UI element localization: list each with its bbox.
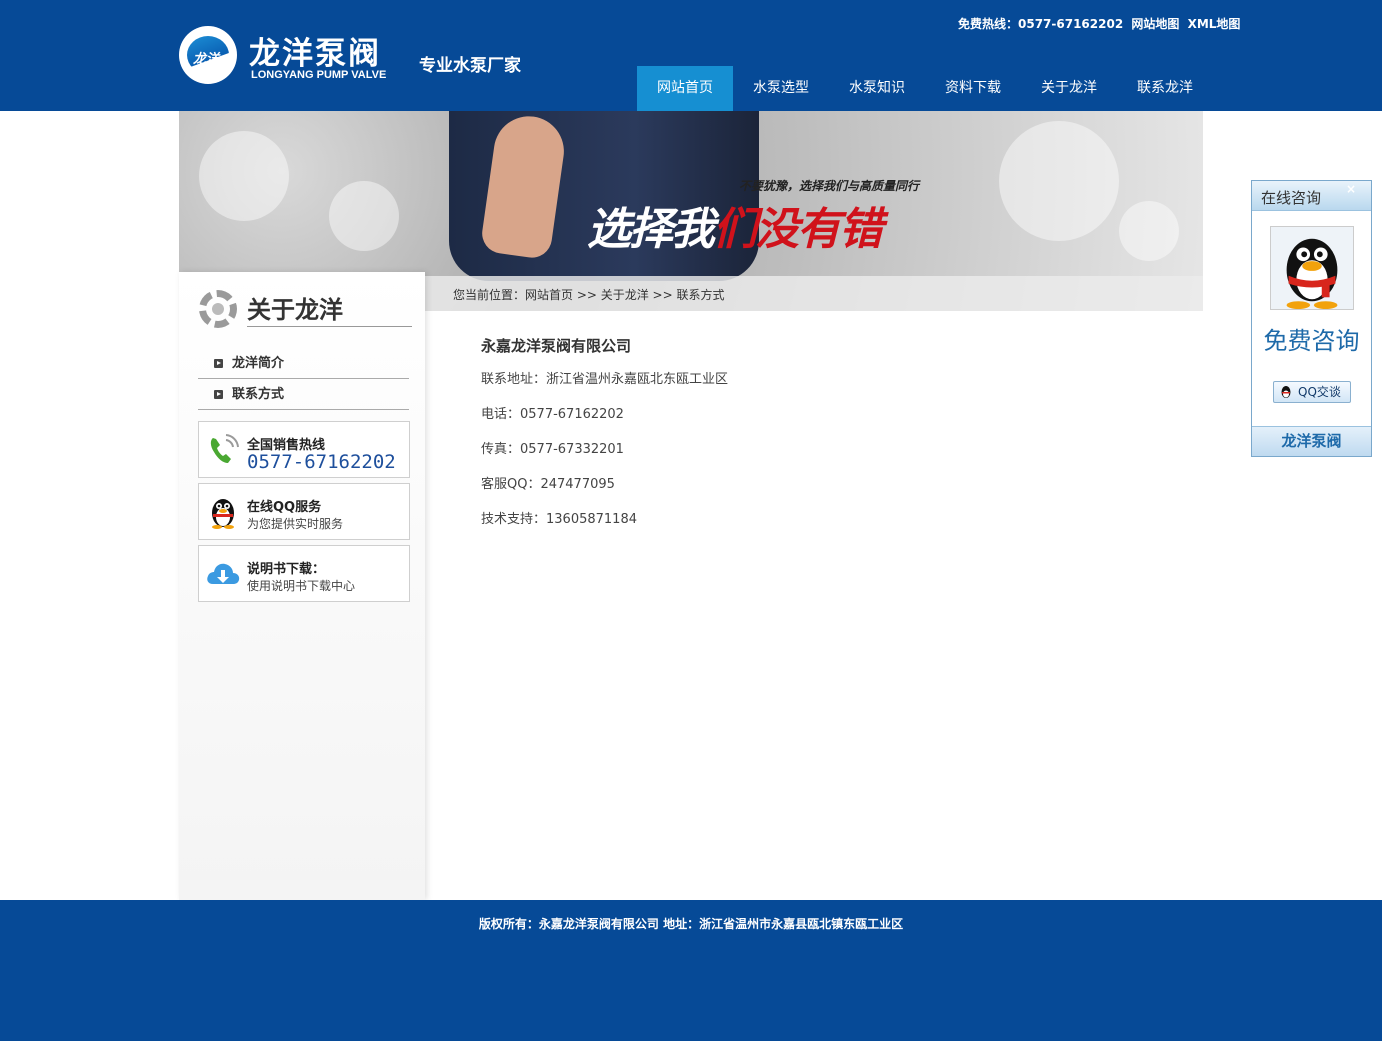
nav-item-home[interactable]: 网站首页: [637, 66, 733, 111]
logo-mark-text: 龙洋: [193, 52, 220, 67]
banner-tagline-white: 选择我: [587, 204, 715, 255]
manual-download-title: 说明书下载：: [247, 562, 326, 577]
gear-icon: [199, 290, 237, 328]
qq-chat-button[interactable]: QQ交谈: [1273, 381, 1351, 403]
qq-mini-icon: [1281, 386, 1291, 398]
nav-item-about[interactable]: 关于龙洋: [1021, 66, 1117, 111]
logo-chinese-name: 龙洋泵阀: [249, 36, 381, 72]
nav-item-downloads[interactable]: 资料下载: [925, 66, 1021, 111]
qq-service-subtitle: 为您提供实时服务: [247, 517, 344, 531]
site-header: 龙洋 龙洋泵阀 LONGYANG PUMP VALVE 专业水泵厂家 免费热线：…: [0, 0, 1382, 111]
site-footer: 版权所有：永嘉龙洋泵阀有限公司 地址：浙江省温州市永嘉县瓯北镇东瓯工业区: [0, 900, 1382, 1041]
sidebar-item-intro[interactable]: 龙洋简介: [198, 348, 409, 379]
qq-service-title: 在线QQ服务: [247, 500, 322, 515]
contact-tech-support: 技术支持：13605871184: [481, 512, 637, 527]
contact-phone: 电话：0577-67162202: [481, 407, 624, 422]
top-links: 免费热线：0577-67162202 网站地图 XML地图: [958, 15, 1244, 32]
hotline-box[interactable]: 全国销售热线 0577-67162202: [198, 421, 410, 478]
online-consult-title: 在线咨询: [1261, 189, 1322, 207]
main-nav: 网站首页 水泵选型 水泵知识 资料下载 关于龙洋 联系龙洋: [637, 66, 1213, 111]
manual-download-subtitle: 使用说明书下载中心: [247, 579, 356, 593]
sidebar: 关于龙洋 龙洋简介 联系方式 全国销售热线 0577-67162202 在线QQ…: [179, 272, 425, 900]
qq-avatar[interactable]: [1270, 226, 1354, 310]
qq-service-box[interactable]: 在线QQ服务 为您提供实时服务: [198, 483, 410, 540]
site-logo[interactable]: 龙洋 龙洋泵阀 LONGYANG PUMP VALVE: [179, 26, 399, 86]
company-name: 永嘉龙洋泵阀有限公司: [481, 337, 632, 355]
nav-item-pump-knowledge[interactable]: 水泵知识: [829, 66, 925, 111]
sidebar-item-contact[interactable]: 联系方式: [198, 379, 409, 410]
sidebar-item-label: 龙洋简介: [232, 356, 285, 371]
contact-fax: 传真：0577-67332201: [481, 442, 624, 457]
online-consult-footer: 龙洋泵阀: [1252, 426, 1371, 456]
qq-penguin-icon: [212, 499, 234, 529]
free-consult-text: 免费咨询: [1263, 327, 1360, 355]
breadcrumb[interactable]: 您当前位置：网站首页 >> 关于龙洋 >> 联系方式: [453, 286, 724, 303]
nav-item-contact[interactable]: 联系龙洋: [1117, 66, 1213, 111]
banner-bokeh: [329, 181, 399, 251]
contact-address: 联系地址：浙江省温州永嘉瓯北东瓯工业区: [481, 372, 729, 387]
contact-content: 永嘉龙洋泵阀有限公司 联系地址：浙江省温州永嘉瓯北东瓯工业区 电话：0577-6…: [481, 335, 1181, 545]
arrow-right-icon: [214, 359, 223, 368]
sidebar-title-divider: [247, 326, 412, 327]
footer-copyright: 版权所有：永嘉龙洋泵阀有限公司 地址：浙江省温州市永嘉县瓯北镇东瓯工业区: [478, 917, 904, 931]
qq-penguin-icon: [1286, 238, 1338, 309]
banner-tagline-small: 不要犹豫，选择我们与高质量同行: [739, 179, 920, 193]
phone-icon: [210, 434, 239, 463]
header-slogan: 专业水泵厂家: [419, 56, 521, 76]
hotline-number: 0577-67162202: [247, 451, 396, 473]
cloud-download-icon: [207, 563, 240, 584]
sidebar-item-label: 联系方式: [232, 387, 285, 402]
banner-tagline-big: 选择我们没有错: [587, 193, 883, 257]
online-consult-panel: 在线咨询 × 免费咨询 QQ交谈 龙洋泵阀: [1251, 180, 1372, 457]
manual-download-box[interactable]: 说明书下载： 使用说明书下载中心: [198, 545, 410, 602]
banner-bokeh: [199, 131, 289, 221]
xml-sitemap-link[interactable]: XML地图: [1188, 17, 1241, 31]
banner-tagline-red: 们没有错: [713, 204, 883, 255]
qq-chat-label: QQ交谈: [1298, 385, 1341, 399]
contact-qq: 客服QQ：247477095: [481, 477, 615, 492]
online-consult-header: 在线咨询 ×: [1252, 181, 1371, 211]
logo-english-name: LONGYANG PUMP VALVE: [251, 69, 387, 81]
sitemap-link[interactable]: 网站地图: [1131, 17, 1179, 31]
sidebar-menu: 龙洋简介 联系方式: [198, 348, 409, 410]
hotline-text: 免费热线：0577-67162202: [958, 17, 1124, 31]
sidebar-title: 关于龙洋: [247, 296, 343, 324]
logo-emblem: 龙洋: [179, 26, 237, 84]
nav-item-pump-selection[interactable]: 水泵选型: [733, 66, 829, 111]
banner-bokeh: [1119, 201, 1179, 261]
arrow-right-icon: [214, 390, 223, 399]
sidebar-header: 关于龙洋: [179, 272, 425, 332]
banner-bokeh: [999, 121, 1119, 241]
close-icon[interactable]: ×: [1346, 182, 1356, 196]
